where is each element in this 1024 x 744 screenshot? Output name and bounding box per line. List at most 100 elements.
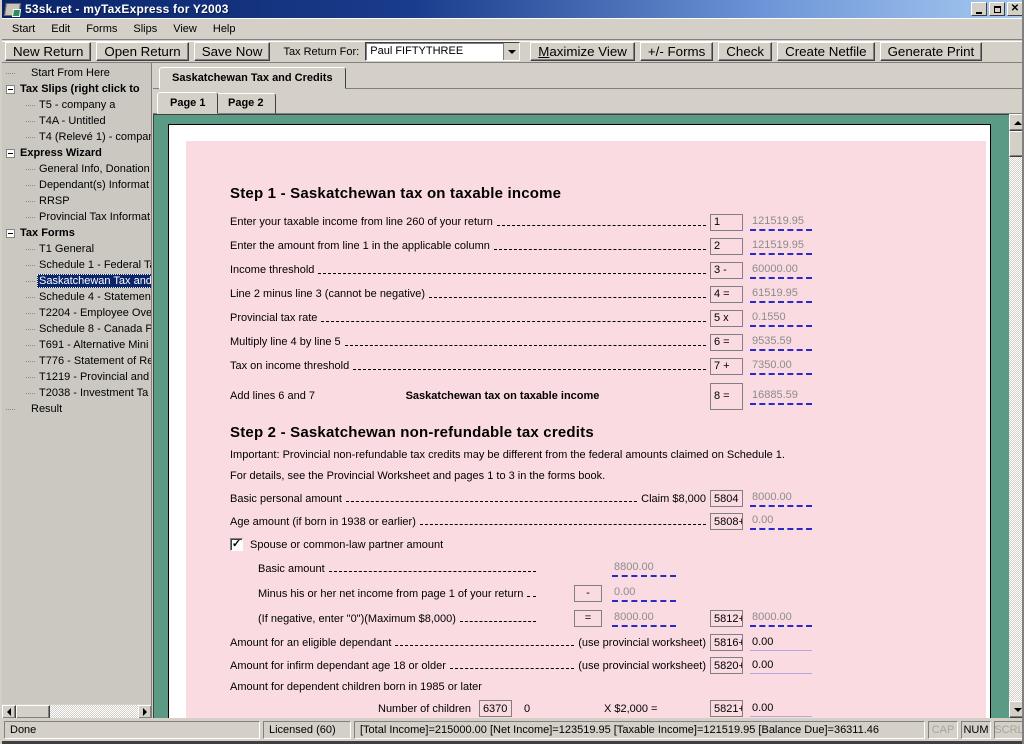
form-row-line1: Enter your taxable income from line 260 … — [230, 210, 812, 234]
tree-item-schedule4[interactable]: Schedule 4 - Statement — [2, 289, 151, 305]
field-spouse-basic-value[interactable]: 8800.00 — [612, 560, 676, 577]
step2-heading: Step 2 - Saskatchewan non-refundable tax… — [230, 424, 812, 441]
restore-button[interactable] — [989, 2, 1005, 16]
tree-connector — [26, 281, 35, 282]
tree-item-t4a[interactable]: T4A - Untitled — [2, 113, 151, 129]
tree-item-t2204[interactable]: T2204 - Employee Ove — [2, 305, 151, 321]
tree-item-tax-forms[interactable]: Tax Forms — [2, 225, 151, 241]
tree-item-start-from-here[interactable]: Start From Here — [2, 65, 151, 81]
open-return-button[interactable]: Open Return — [96, 42, 188, 61]
dropdown-button[interactable] — [503, 43, 519, 60]
tree-item-t776[interactable]: T776 - Statement of Re — [2, 353, 151, 369]
generate-print-button[interactable]: Generate Print — [880, 42, 983, 61]
collapse-minus-icon[interactable] — [6, 229, 15, 238]
menu-view[interactable]: View — [165, 21, 205, 37]
tree-connector — [26, 345, 35, 346]
minimize-button[interactable] — [971, 2, 987, 16]
close-button[interactable]: ✕ — [1007, 2, 1023, 16]
tree-item-schedule1[interactable]: Schedule 1 - Federal Ta — [2, 257, 151, 273]
tab-page-1[interactable]: Page 1 — [157, 92, 218, 114]
tree-item-t691[interactable]: T691 - Alternative Mini — [2, 337, 151, 353]
field-5820-value[interactable]: 0.00 — [750, 658, 812, 674]
dash-leader — [321, 315, 706, 322]
maximize-view-button[interactable]: Maximize View — [530, 42, 635, 61]
field-spouse-net-income-value[interactable]: 0.00 — [612, 585, 676, 602]
field-line6-value[interactable]: 9535.59 — [750, 334, 812, 351]
field-spouse-result-value[interactable]: 8000.00 — [612, 610, 676, 627]
tree-item-saskatchewan-tax[interactable]: Saskatchewan Tax and — [2, 273, 151, 289]
row-label: Amount for an eligible dependant — [230, 637, 391, 649]
tree-item-schedule8[interactable]: Schedule 8 - Canada Pe — [2, 321, 151, 337]
field-5816-value[interactable]: 0.00 — [750, 635, 812, 651]
field-5812-value[interactable]: 8000.00 — [750, 610, 812, 627]
row-label: Income threshold — [230, 264, 314, 276]
sidebar-horizontal-scrollbar[interactable] — [2, 704, 152, 718]
tree-item-result[interactable]: Result — [2, 401, 151, 417]
tree-item-tax-slips[interactable]: Tax Slips (right click to — [2, 81, 151, 97]
spouse-result-row: (If negative, enter "0")(Maximum $8,000)… — [258, 606, 812, 631]
line-number-box: 4 = — [710, 286, 743, 303]
field-6370-value[interactable]: 0 — [522, 702, 562, 716]
tab-page-2[interactable]: Page 2 — [215, 93, 276, 114]
row-label: Tax on income threshold — [230, 360, 349, 372]
tree-connector — [26, 361, 35, 362]
tree-item-t4-releve1[interactable]: T4 (Relevé 1) - compan — [2, 129, 151, 145]
spouse-checkbox[interactable]: ✓ — [230, 538, 243, 551]
row-label: Enter your taxable income from line 260 … — [230, 216, 493, 228]
create-netfile-button[interactable]: Create Netfile — [777, 42, 875, 61]
field-line4-value[interactable]: 61519.95 — [750, 286, 812, 303]
field-5808-value[interactable]: 0.00 — [750, 513, 812, 530]
field-line2-value[interactable]: 121519.95 — [750, 238, 812, 255]
field-line3-value[interactable]: 60000.00 — [750, 262, 812, 279]
dash-leader — [497, 219, 706, 226]
title-bar: 53sk.ret - myTaxExpress for Y2003 ✕ — [2, 0, 1024, 18]
tree-item-express-wizard[interactable]: Express Wizard — [2, 145, 151, 161]
tree-item-general-info[interactable]: General Info, Donation — [2, 161, 151, 177]
tree-item-dependants[interactable]: Dependant(s) Informat — [2, 177, 151, 193]
chevron-down-icon — [508, 50, 516, 54]
new-return-button[interactable]: New Return — [5, 42, 91, 61]
tree-item-provincial-tax-info[interactable]: Provincial Tax Informat — [2, 209, 151, 225]
row-label: Line 2 minus line 3 (cannot be negative) — [230, 288, 425, 300]
form-vertical-scrollbar[interactable] — [1009, 114, 1024, 718]
tree-item-rrsp[interactable]: RRSP — [2, 193, 151, 209]
collapse-minus-icon[interactable] — [6, 85, 15, 94]
line-number-box: 5812+ — [710, 610, 743, 627]
field-line5-value[interactable]: 0.1550 — [750, 310, 812, 327]
line-number-box: 5821+ — [710, 700, 743, 717]
tree-connector — [26, 313, 35, 314]
tree-item-t5[interactable]: T5 - company a — [2, 97, 151, 113]
save-now-button[interactable]: Save Now — [194, 42, 271, 61]
line-number-box: 5820+ — [710, 657, 743, 674]
menu-forms[interactable]: Forms — [78, 21, 125, 37]
field-line1-value[interactable]: 121519.95 — [750, 214, 812, 231]
tree-connector — [26, 393, 35, 394]
tree-item-t1219[interactable]: T1219 - Provincial and — [2, 369, 151, 385]
menu-start[interactable]: Start — [4, 21, 43, 37]
field-5821-value[interactable]: 0.00 — [750, 701, 812, 717]
num-lock-indicator: NUM — [961, 721, 991, 739]
tab-saskatchewan-tax-and-credits[interactable]: Saskatchewan Tax and Credits — [159, 67, 346, 89]
menu-edit[interactable]: Edit — [43, 21, 78, 37]
scroll-up-button[interactable] — [1009, 114, 1024, 131]
scroll-down-button[interactable] — [1009, 701, 1024, 718]
plus-minus-forms-button[interactable]: +/- Forms — [640, 42, 713, 61]
scrollbar-thumb[interactable] — [1009, 131, 1024, 157]
spouse-checkbox-label: Spouse or common-law partner amount — [250, 539, 443, 551]
menu-slips[interactable]: Slips — [125, 21, 165, 37]
line-number-box: 5816+ — [710, 634, 743, 651]
scrollbar-thumb[interactable] — [16, 705, 50, 718]
taxpayer-select[interactable]: Paul FIFTYTHREE — [365, 42, 520, 61]
tree-item-t2038[interactable]: T2038 - Investment Ta — [2, 385, 151, 401]
scroll-right-button[interactable] — [138, 705, 152, 718]
check-button[interactable]: Check — [718, 42, 772, 61]
collapse-minus-icon[interactable] — [6, 149, 15, 158]
field-line7-value[interactable]: 7350.00 — [750, 358, 812, 375]
row-label: Minus his or her net income from page 1 … — [258, 588, 523, 600]
scroll-left-button[interactable] — [2, 705, 16, 718]
field-line8-value[interactable]: 16885.59 — [750, 388, 812, 405]
menu-help[interactable]: Help — [205, 21, 244, 37]
minimize-icon — [976, 12, 982, 14]
tree-item-t1-general[interactable]: T1 General — [2, 241, 151, 257]
field-5804-value[interactable]: 8000.00 — [750, 490, 812, 507]
